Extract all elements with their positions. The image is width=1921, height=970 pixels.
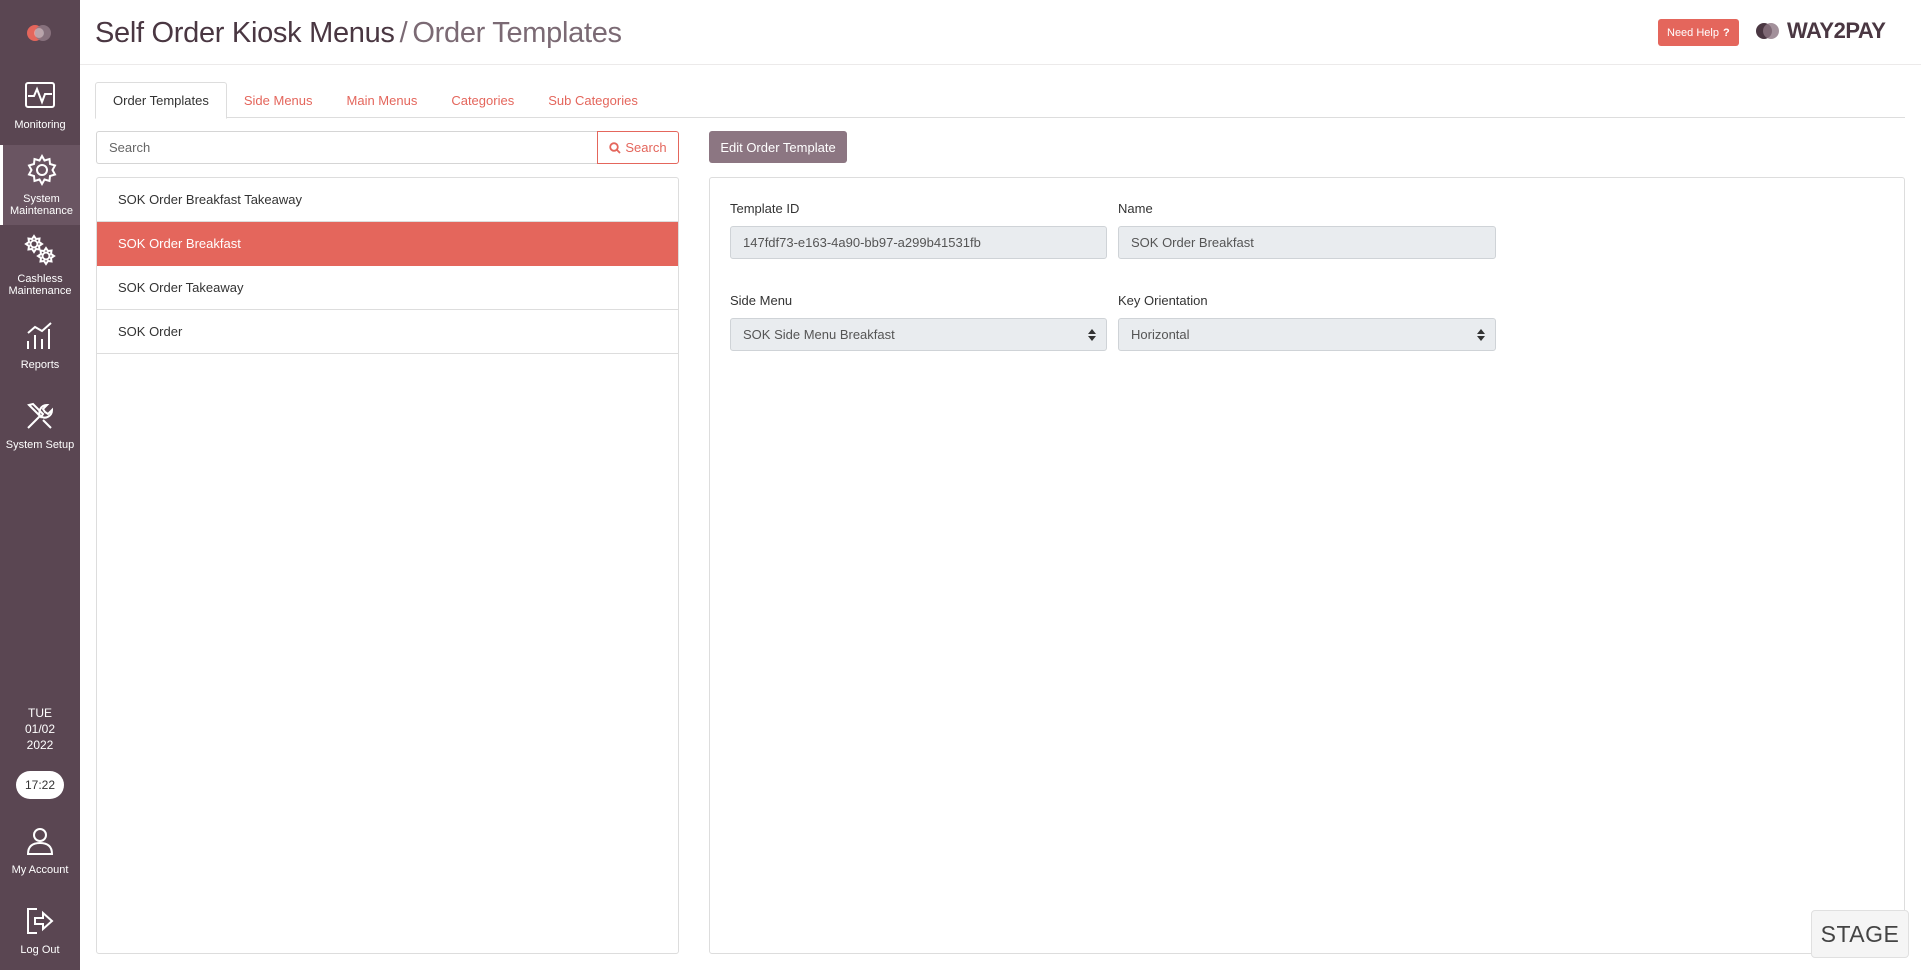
sidebar-item-label: Log Out [20,944,60,956]
tools-icon [27,402,54,429]
key-orientation-select: Horizontal [1118,318,1496,351]
brand-name: WAY2PAY [1787,18,1886,43]
search-icon [609,141,622,154]
chart-icon [27,322,52,349]
sidebar-item-label: Reports [20,359,60,371]
name-label: Name [1118,201,1153,216]
tab-sub-categories[interactable]: Sub Categories [531,82,655,118]
current-time: 17:22 [16,771,64,799]
need-help-button[interactable]: Need Help ? [1658,19,1739,46]
sidebar-item-monitoring[interactable]: Monitoring [0,65,80,145]
side-menu-select: SOK Side Menu Breakfast [730,318,1107,351]
tab-main-menus[interactable]: Main Menus [330,82,435,118]
list-item[interactable]: SOK Order Takeaway [97,266,678,310]
tab-categories[interactable]: Categories [434,82,531,118]
search-input[interactable] [96,131,598,164]
gear-icon [27,153,56,187]
title-separator: / [399,17,408,49]
day-label: TUE [28,706,52,720]
question-icon: ? [1722,26,1730,39]
sidebar-item-label: Monitoring [14,119,66,131]
current-date: TUE 01/02 2022 [0,705,80,753]
environment-badge: STAGE [1811,910,1909,958]
list-item[interactable]: SOK Order [97,310,678,354]
sidebar-item-label: My Account [11,864,69,876]
brand-logo: WAY2PAY [1755,18,1886,44]
page-title: Self Order Kiosk Menus / Order Templates [95,17,622,50]
side-menu-value: SOK Side Menu Breakfast [743,327,895,342]
app-logo[interactable] [0,0,80,65]
tab-bar: Order Templates Side Menus Main Menus Ca… [95,82,1905,119]
sidebar-item-system-setup[interactable]: System Setup [0,385,80,465]
sidebar-item-reports[interactable]: Reports [0,305,80,385]
sidebar-item-label: Cashless Maintenance [8,273,72,297]
sidebar-item-label: System Maintenance [10,193,73,217]
year-label: 2022 [26,738,54,752]
list-item[interactable]: SOK Order Breakfast [97,222,678,266]
name-field: SOK Order Breakfast [1118,226,1496,259]
gears-icon [24,234,56,266]
page-title-main: Self Order Kiosk Menus [95,17,395,49]
list-item[interactable]: SOK Order Breakfast Takeaway [97,178,678,222]
user-icon [26,828,54,855]
date-label: 01/02 [24,722,56,736]
sidebar-item-system-maintenance[interactable]: System Maintenance [0,145,80,225]
logout-icon [27,908,54,934]
sidebar-item-log-out[interactable]: Log Out [0,890,80,970]
logo-icon [27,24,51,41]
key-orientation-label: Key Orientation [1118,293,1208,308]
side-menu-label: Side Menu [730,293,793,308]
template-details-panel: Template ID 147fdf73-e163-4a90-bb97-a299… [709,177,1905,954]
need-help-label: Need Help [1667,26,1719,39]
tab-order-templates[interactable]: Order Templates [95,82,227,119]
tab-side-menus[interactable]: Side Menus [227,82,330,118]
page-title-sub: Order Templates [412,17,622,49]
search-button[interactable]: Search [597,131,679,164]
sidebar: Monitoring System Maintenance Cashless M… [0,0,80,970]
sort-icon [1088,329,1096,341]
edit-order-template-button[interactable]: Edit Order Template [709,131,847,163]
search-button-label: Search [625,140,667,155]
page-header: Self Order Kiosk Menus / Order Templates N… [80,0,1921,65]
key-orientation-value: Horizontal [1131,327,1190,342]
brand-icon [1756,23,1779,39]
sidebar-item-cashless-maintenance[interactable]: Cashless Maintenance [0,225,80,305]
template-list: SOK Order Breakfast Takeaway SOK Order B… [96,177,679,954]
monitoring-icon [25,82,55,108]
sidebar-item-label: System Setup [5,439,75,451]
template-id-field: 147fdf73-e163-4a90-bb97-a299b41531fb [730,226,1107,259]
sort-icon [1477,329,1485,341]
template-id-label: Template ID [730,201,800,216]
sidebar-item-my-account[interactable]: My Account [0,810,80,890]
